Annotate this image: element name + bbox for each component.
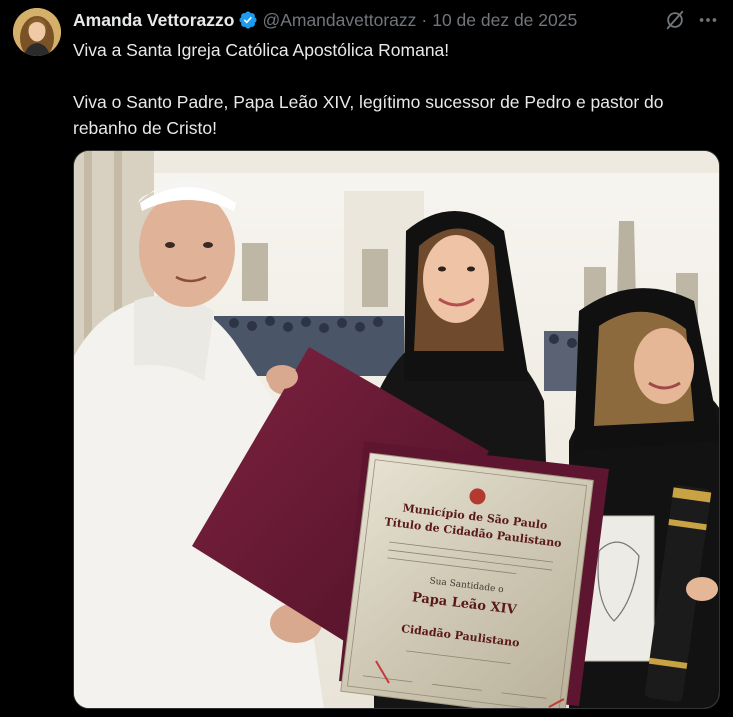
tweet-photo[interactable]: Município de São Paulo Título de Cidadão…: [73, 150, 720, 709]
verified-badge-icon: [239, 11, 257, 29]
avatar-image: [13, 8, 61, 56]
tweet-paragraph-2: Viva o Santo Padre, Papa Leão XIV, legít…: [73, 92, 664, 138]
author-avatar[interactable]: [13, 8, 61, 56]
tweet-text: Viva a Santa Igreja Católica Apostólica …: [73, 37, 723, 141]
tweet: Amanda Vettorazzo @Amandavettorazz · 10 …: [0, 0, 733, 717]
more-options-icon[interactable]: [697, 9, 719, 31]
author-name[interactable]: Amanda Vettorazzo: [73, 9, 234, 31]
grok-icon[interactable]: [664, 9, 686, 31]
post-date[interactable]: 10 de dez de 2025: [432, 9, 577, 31]
tweet-header: Amanda Vettorazzo @Amandavettorazz · 10 …: [73, 9, 723, 31]
tweet-paragraph-1: Viva a Santa Igreja Católica Apostólica …: [73, 40, 450, 60]
author-handle[interactable]: @Amandavettorazz: [262, 9, 416, 31]
header-separator: ·: [421, 10, 428, 30]
photo-scene: Município de São Paulo Título de Cidadão…: [74, 151, 719, 708]
